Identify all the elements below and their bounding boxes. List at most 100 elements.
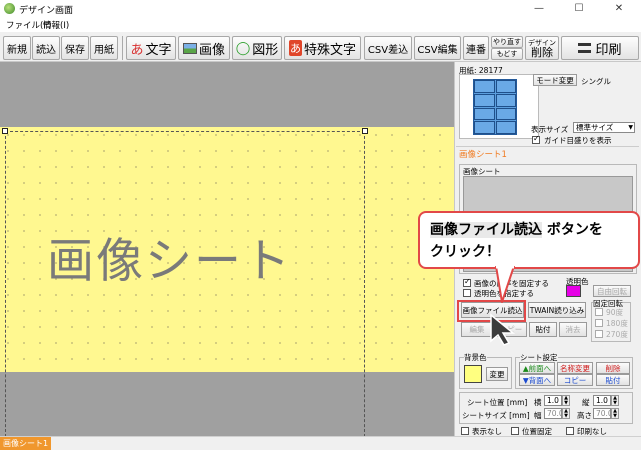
print-label: 印刷 <box>595 42 622 58</box>
callout-highlight: 画像ファイル読込 <box>430 222 542 238</box>
special-text-icon: あ <box>288 40 302 56</box>
height-label: 高さ <box>577 411 592 420</box>
resize-handle-top-right[interactable] <box>362 128 368 134</box>
text-button-label: 文字 <box>145 42 172 58</box>
callout-text: 画像ファイル読込 ボタンを クリック！ <box>430 219 603 263</box>
mode-value: シングル <box>581 77 611 86</box>
callout-line2: クリック！ <box>430 244 500 260</box>
label-cell <box>495 121 516 134</box>
undo-button[interactable]: もどす <box>491 48 523 60</box>
width-spinner[interactable]: ▲ ▼ <box>562 408 570 419</box>
menu-bar: ファイル(F) 情報(I) <box>0 18 641 32</box>
bring-front-button[interactable]: ▲前面へ <box>519 362 555 374</box>
y-label: 縦 <box>582 398 590 407</box>
label-cell <box>495 93 516 107</box>
close-button[interactable]: ✕ <box>599 0 639 18</box>
x-input[interactable]: 1.0 <box>544 395 562 406</box>
maximize-button[interactable]: ☐ <box>559 0 599 18</box>
y-input[interactable]: 1.0 <box>593 395 611 406</box>
menu-info[interactable]: 情報(I) <box>43 19 69 31</box>
shape-button-label: 図形 <box>252 42 279 58</box>
label-cell <box>495 80 516 93</box>
title-bar: デザイン画面 — ☐ ✕ <box>0 0 641 18</box>
serial-number-button[interactable]: 連番 <box>463 36 489 60</box>
sheet-tab[interactable]: 画像シート1 <box>0 437 52 450</box>
rotate-270-label: 270度 <box>606 330 628 339</box>
display-size-select[interactable]: 標準サイズ ▼ <box>573 122 635 133</box>
x-label: 横 <box>534 398 542 407</box>
toolbar: 新規 読込 保存 用紙 あ文字 画像 ◯ 図形 あ特殊文字 CSV差込 CSV編集… <box>0 32 641 62</box>
sheet-delete-button[interactable]: 削除 <box>596 362 630 374</box>
display-size-value: 標準サイズ <box>576 123 614 132</box>
label-cell <box>474 93 495 107</box>
special-text-label: 特殊文字 <box>303 42 356 58</box>
height-input[interactable]: 70.0 <box>593 408 613 419</box>
rotate-90-label: 90度 <box>606 308 624 317</box>
special-text-button[interactable]: あ特殊文字 <box>284 36 361 60</box>
no-print-label: 印刷なし <box>577 427 607 436</box>
hide-label: 表示なし <box>472 427 502 436</box>
redo-button[interactable]: やり直す <box>491 36 523 48</box>
guide-checkbox-label: ガイド目盛りを表示 <box>544 136 612 145</box>
sheet-size-label: シートサイズ [mm] <box>462 411 530 420</box>
picture-icon <box>182 42 197 54</box>
window-title: デザイン画面 <box>19 6 74 16</box>
shape-button[interactable]: ◯ 図形 <box>232 36 282 60</box>
load-button[interactable]: 読込 <box>32 36 60 60</box>
bg-color-label: 背景色 <box>464 352 487 363</box>
label-cell <box>495 107 516 121</box>
width-label: 幅 <box>534 411 542 420</box>
mode-change-button[interactable]: モード変更 <box>533 74 577 86</box>
image-button[interactable]: 画像 <box>178 36 230 60</box>
callout-pointer <box>495 266 515 303</box>
rotate-180-label: 180度 <box>606 319 628 328</box>
text-icon: あ <box>130 42 144 58</box>
x-spinner[interactable]: ▲ ▼ <box>562 395 570 406</box>
delete-design-label: 削除 <box>531 46 553 59</box>
resize-handle-top-left[interactable] <box>2 128 8 134</box>
selected-sheet-title: 画像シート1 <box>459 150 507 160</box>
free-rotate-button[interactable]: 自由回転 <box>593 285 631 297</box>
app-icon <box>4 3 15 14</box>
minimize-button[interactable]: — <box>519 0 559 18</box>
csv-edit-button[interactable]: CSV編集 <box>414 36 461 60</box>
toolbar-divider <box>122 36 123 60</box>
csv-insert-button[interactable]: CSV差込 <box>364 36 412 60</box>
lock-position-label: 位置固定 <box>522 427 552 436</box>
sheet-position-label: シート位置 [mm] <box>467 398 528 407</box>
height-spinner[interactable]: ▲ ▼ <box>611 408 619 419</box>
rename-button[interactable]: 名称変更 <box>557 362 593 374</box>
paste-button[interactable]: 貼付 <box>529 322 557 337</box>
new-button[interactable]: 新規 <box>3 36 31 60</box>
twain-load-button[interactable]: TWAIN読り込み <box>528 302 586 318</box>
printer-icon <box>578 43 592 53</box>
text-button[interactable]: あ文字 <box>126 36 176 60</box>
send-back-button[interactable]: ▼背面へ <box>519 374 555 386</box>
bg-change-button[interactable]: 変更 <box>486 367 508 381</box>
y-spinner[interactable]: ▲ ▼ <box>611 395 619 406</box>
paper-preview <box>459 74 539 139</box>
status-bar <box>0 436 641 450</box>
circle-icon: ◯ <box>235 40 251 56</box>
image-button-label: 画像 <box>198 42 225 58</box>
print-button[interactable]: 印刷 <box>561 36 639 60</box>
label-cell <box>474 80 495 93</box>
label-cell <box>474 107 495 121</box>
sheet-copy-button[interactable]: コピー <box>557 374 593 386</box>
selection-box[interactable] <box>5 131 365 437</box>
width-input[interactable]: 70.0 <box>544 408 564 419</box>
erase-button[interactable]: 消去 <box>559 322 587 337</box>
delete-design-button[interactable]: デザイン 削除 <box>525 36 559 60</box>
label-cell <box>474 121 495 134</box>
transparent-color-swatch[interactable] <box>566 285 581 297</box>
mouse-cursor-icon <box>490 313 516 346</box>
label-layout-grid <box>473 79 517 135</box>
save-button[interactable]: 保存 <box>61 36 89 60</box>
paper-button[interactable]: 用紙 <box>90 36 118 60</box>
bg-color-swatch[interactable] <box>464 365 482 383</box>
sheet-paste-button[interactable]: 貼付 <box>596 374 630 386</box>
callout-line1-rest: ボタンを <box>542 222 603 238</box>
panel-divider <box>456 146 639 147</box>
callout-bubble: 画像ファイル読込 ボタンを クリック！ <box>418 211 640 269</box>
chevron-down-icon: ▼ <box>628 124 633 131</box>
